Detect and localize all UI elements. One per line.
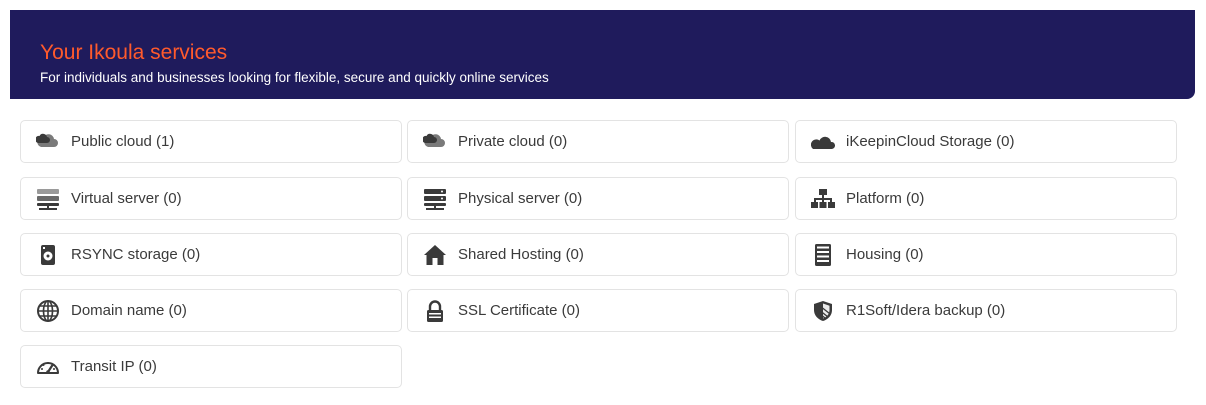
service-card-housing[interactable]: Housing (0) [795, 233, 1177, 276]
server-icon [422, 188, 448, 210]
service-card-shared-hosting[interactable]: Shared Hosting (0) [407, 233, 789, 276]
service-card-ssl-certificate[interactable]: SSL Certificate (0) [407, 289, 789, 332]
service-label: RSYNC storage (0) [71, 246, 201, 263]
home-icon [422, 244, 448, 266]
service-label: Shared Hosting (0) [458, 246, 584, 263]
server-rack-icon [810, 244, 836, 266]
services-grid: Public cloud (1) Private cloud (0) iKeep… [0, 0, 1206, 405]
service-card-private-cloud[interactable]: Private cloud (0) [407, 120, 789, 163]
shield-icon [810, 300, 836, 322]
service-card-public-cloud[interactable]: Public cloud (1) [20, 120, 402, 163]
cloud-icon [422, 131, 448, 153]
service-label: SSL Certificate (0) [458, 302, 580, 319]
service-card-rsync-storage[interactable]: RSYNC storage (0) [20, 233, 402, 276]
service-card-transit-ip[interactable]: Transit IP (0) [20, 345, 402, 388]
service-label: Platform (0) [846, 190, 925, 207]
service-label: Physical server (0) [458, 190, 583, 207]
service-label: Private cloud (0) [458, 133, 568, 150]
service-label: Domain name (0) [71, 302, 187, 319]
service-label: Public cloud (1) [71, 133, 175, 150]
sitemap-icon [810, 188, 836, 210]
service-label: Virtual server (0) [71, 190, 182, 207]
service-label: Housing (0) [846, 246, 924, 263]
cloud-storage-icon [810, 131, 836, 153]
service-card-r1soft-idera-backup[interactable]: R1Soft/Idera backup (0) [795, 289, 1177, 332]
cloud-icon [35, 131, 61, 153]
virtual-server-icon [35, 188, 61, 210]
speedometer-icon [35, 356, 61, 378]
service-card-physical-server[interactable]: Physical server (0) [407, 177, 789, 220]
service-card-virtual-server[interactable]: Virtual server (0) [20, 177, 402, 220]
service-label: iKeepinCloud Storage (0) [846, 133, 1015, 150]
service-card-ikeepincloud-storage[interactable]: iKeepinCloud Storage (0) [795, 120, 1177, 163]
service-label: R1Soft/Idera backup (0) [846, 302, 1006, 319]
lock-icon [422, 300, 448, 322]
hard-drive-icon [35, 244, 61, 266]
service-card-platform[interactable]: Platform (0) [795, 177, 1177, 220]
service-card-domain-name[interactable]: Domain name (0) [20, 289, 402, 332]
globe-icon [35, 300, 61, 322]
service-label: Transit IP (0) [71, 358, 157, 375]
